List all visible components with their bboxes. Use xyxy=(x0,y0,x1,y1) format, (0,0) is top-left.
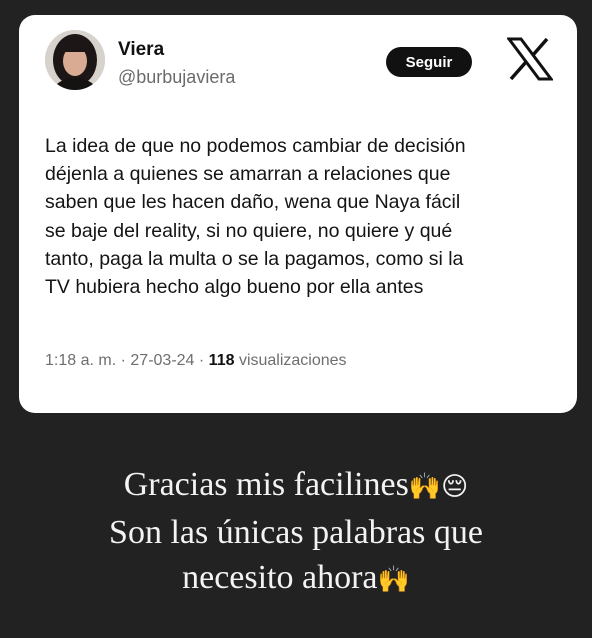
views-label: visualizaciones xyxy=(238,352,347,369)
x-logo-icon[interactable] xyxy=(507,37,553,81)
tweet-text-line: tanto, paga la multa o se la pagamos, co… xyxy=(45,247,464,270)
follow-button[interactable]: Seguir xyxy=(386,47,472,77)
tweet-time[interactable]: 1:18 a. m. xyxy=(45,352,116,369)
caption-line: Son las únicas palabras que xyxy=(109,514,483,551)
meta-separator: · xyxy=(120,352,126,369)
tweet-meta: 1:18 a. m. · 27-03-24 · 118 visualizacio… xyxy=(45,352,347,370)
views-count: 118 xyxy=(208,352,235,369)
tweet-text-line: TV hubiera hecho algo bueno por ella ant… xyxy=(45,276,424,299)
caption-line: necesito ahora xyxy=(182,559,378,596)
author-handle[interactable]: @burbujaviera xyxy=(118,67,235,88)
author-name[interactable]: Viera xyxy=(118,39,164,61)
tweet-text-line: La idea de que no podemos cambiar de dec… xyxy=(45,135,466,157)
tweet-date[interactable]: 27-03-24 xyxy=(130,352,194,369)
meta-separator: · xyxy=(198,352,205,369)
avatar-image xyxy=(45,30,105,90)
tweet-text-line: déjenla a quienes se amarran a relacione… xyxy=(45,163,451,186)
raised-hands-emoji: 🙌 xyxy=(377,565,410,595)
tweet-card: Viera @burbujaviera Seguir La idea de qu… xyxy=(19,15,577,413)
raised-hands-pensive-emoji: 🙌😔 xyxy=(408,472,469,502)
tweet-text-line: saben que les hacen daño, wena que Naya … xyxy=(45,191,461,214)
caption-line: Gracias mis facilines xyxy=(123,466,409,503)
story-caption: Gracias mis facilines🙌😔 Son las únicas p… xyxy=(0,462,592,603)
tweet-text: La idea de que no podemos cambiar de dec… xyxy=(45,132,565,301)
avatar[interactable] xyxy=(45,30,105,90)
tweet-text-line: se baje del reality, si no quiere, no qu… xyxy=(45,219,453,242)
